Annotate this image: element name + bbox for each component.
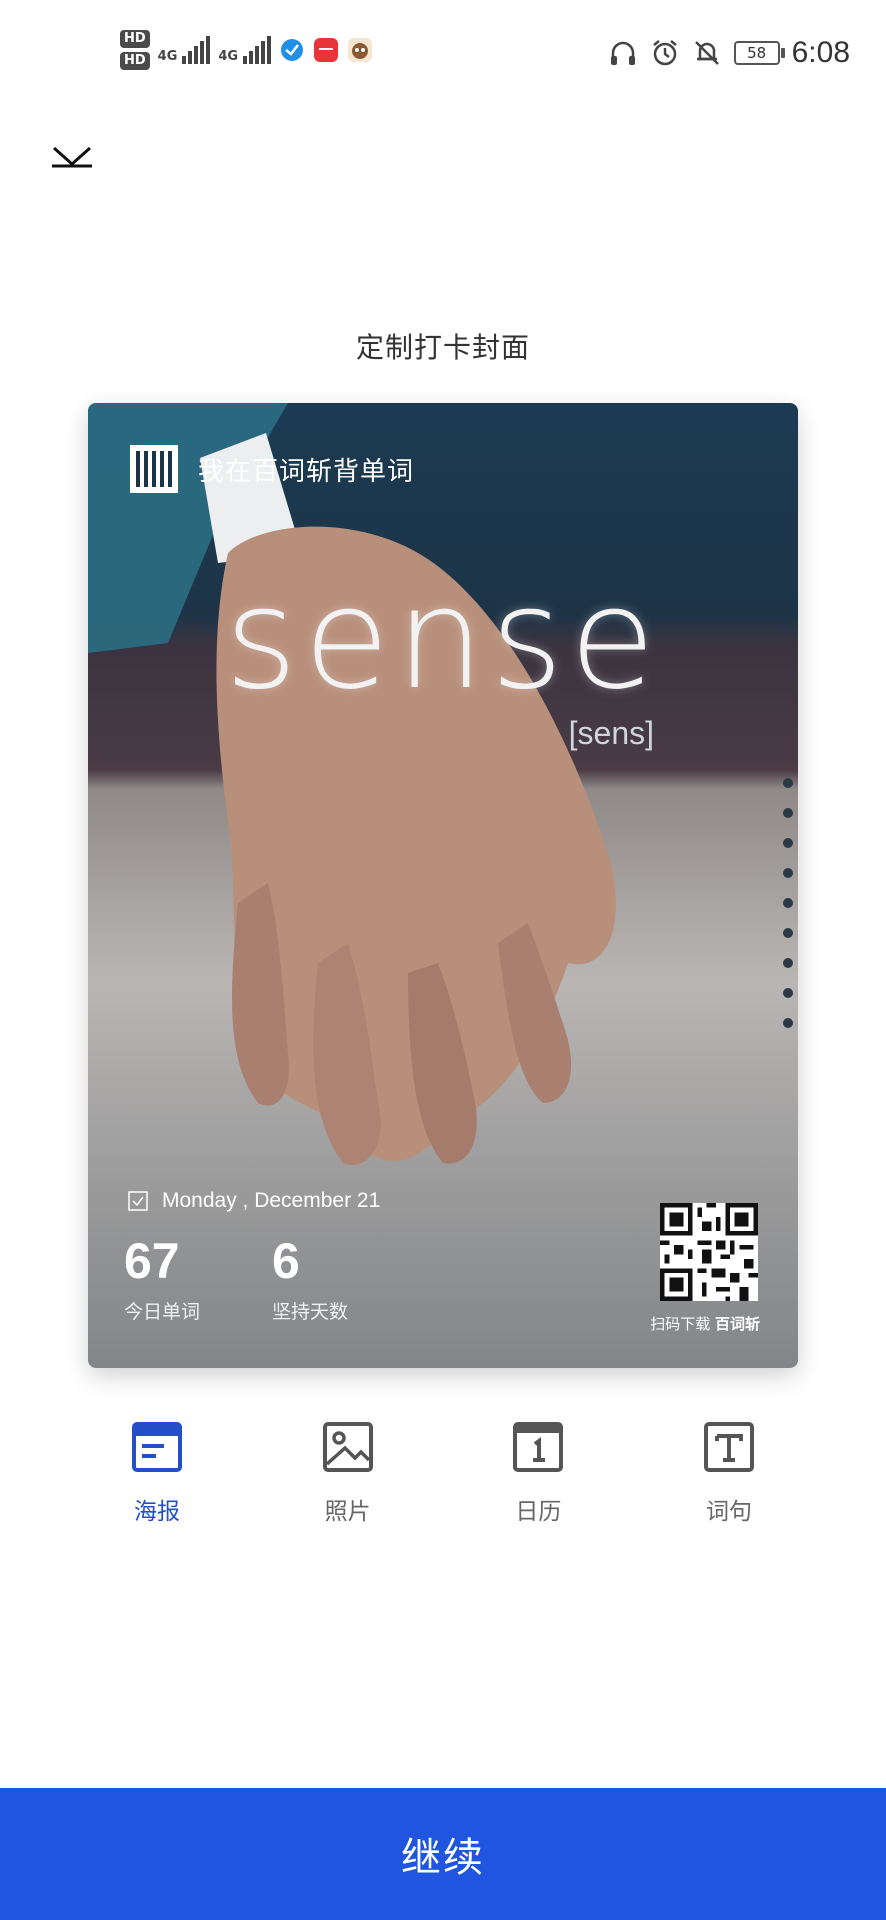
status-right: 58 6:08 <box>608 36 850 70</box>
status-bar: HD HD 4G 4G 58 6:08 <box>0 0 886 110</box>
appgallery-app-icon <box>314 38 339 62</box>
network-type-1: 4G <box>157 49 178 64</box>
hd1-badge: HD <box>120 30 150 48</box>
monkey-app-icon <box>348 38 373 62</box>
poster-phonetic: [sens] <box>568 715 654 751</box>
collapse-icon[interactable] <box>44 128 100 184</box>
qr-code <box>660 1203 758 1301</box>
page-title: 定制打卡封面 <box>355 331 530 364</box>
stat-today-words: 67 今日单词 <box>124 1233 200 1324</box>
clock: 6:08 <box>791 36 850 69</box>
headphones-icon <box>610 41 635 65</box>
qr-caption: 扫码下载 百词斩 <box>650 1313 760 1334</box>
network-type-2: 4G <box>218 49 239 64</box>
tab-label: 照片 <box>324 1499 371 1525</box>
poster-word: sense <box>224 558 662 721</box>
poster-icon <box>132 1422 182 1472</box>
browser-app-icon <box>281 39 304 61</box>
tab-calendar[interactable]: 日历 <box>443 1420 633 1526</box>
tab-photo[interactable]: 照片 <box>253 1420 443 1526</box>
stat-value: 6 <box>272 1233 300 1289</box>
tab-label: 词句 <box>705 1499 752 1525</box>
tab-sentence[interactable]: 词句 <box>634 1420 824 1526</box>
text-icon <box>703 1422 754 1472</box>
qr-caption-brand: 百词斩 <box>714 1315 760 1333</box>
signal-1: 4G <box>158 36 211 64</box>
stat-label: 今日单词 <box>124 1301 201 1323</box>
tab-poster[interactable]: 海报 <box>62 1420 252 1526</box>
stat-streak-days: 6 坚持天数 <box>272 1233 348 1324</box>
signal-bars-icon <box>182 36 211 64</box>
calendar-icon <box>513 1422 564 1472</box>
poster-date: Monday , December 21 <box>162 1189 381 1212</box>
poster-preview: 我在百词斩背单词 sense [sens] Monday , December … <box>88 403 798 1368</box>
qr-caption-prefix: 扫码下载 <box>650 1315 711 1333</box>
cover-type-tabs: 海报 照片 日历 词句 <box>62 1420 824 1526</box>
stat-label: 坚持天数 <box>272 1301 349 1323</box>
photo-icon <box>322 1422 373 1472</box>
baicizhan-logo-icon <box>130 445 178 493</box>
continue-button[interactable]: 继续 <box>0 1788 886 1920</box>
calendar-check-icon <box>128 1191 148 1211</box>
status-left: HD HD 4G 4G <box>120 30 373 70</box>
poster-date-row: Monday , December 21 <box>128 1189 380 1213</box>
stat-value: 67 <box>124 1233 180 1289</box>
mute-bell-icon <box>694 41 719 65</box>
signal-2: 4G <box>218 36 272 64</box>
hd2-badge: HD <box>120 52 150 70</box>
tab-label: 海报 <box>134 1499 180 1525</box>
poster-tagline: 我在百词斩背单词 <box>198 456 415 487</box>
alarm-icon <box>652 40 677 66</box>
hd-indicators: HD HD <box>120 30 150 70</box>
brand-logo: 我在百词斩背单词 <box>130 445 414 493</box>
battery-indicator: 58 <box>733 41 785 65</box>
signal-bars-icon <box>243 36 272 64</box>
tab-label: 日历 <box>515 1499 562 1525</box>
